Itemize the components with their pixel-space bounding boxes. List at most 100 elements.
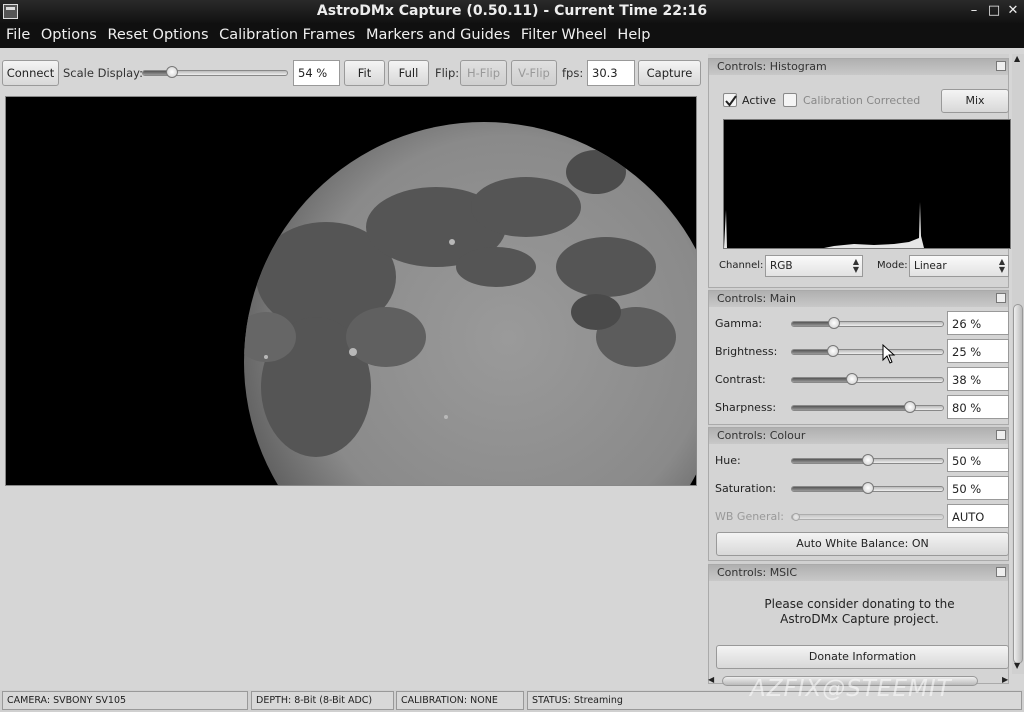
hue-slider[interactable] [791, 454, 944, 466]
donation-message: Please consider donating to the AstroDMx… [709, 597, 1010, 627]
active-label: Active [742, 94, 777, 107]
spinner-arrows-icon: ▲ ▼ [998, 257, 1005, 274]
histogram-plot [724, 202, 1012, 248]
scroll-up-icon[interactable]: ▲ [1014, 54, 1020, 63]
sharpness-slider-knob[interactable] [903, 401, 916, 413]
saturation-slider[interactable] [791, 482, 944, 494]
donation-message-line-1: Please consider donating to the [764, 597, 955, 611]
brightness-value[interactable]: 25 % [947, 339, 1009, 363]
main-controls-panel: Controls: Main Gamma: 26 % Brightness: 2… [708, 290, 1009, 425]
wb-general-slider-knob [792, 513, 800, 521]
menu-file[interactable]: File [6, 24, 30, 43]
mode-select[interactable]: Linear ▲ ▼ [909, 255, 1009, 277]
scale-display-slider[interactable] [142, 66, 288, 78]
saturation-value[interactable]: 50 % [947, 476, 1009, 500]
camera-preview[interactable] [5, 96, 697, 486]
histogram-panel-header[interactable]: Controls: Histogram [709, 59, 1008, 75]
contrast-label: Contrast: [715, 373, 766, 386]
sharpness-slider-fill [792, 406, 910, 410]
gamma-value[interactable]: 26 % [947, 311, 1009, 335]
auto-white-balance-button[interactable]: Auto White Balance: ON [716, 532, 1009, 556]
wb-general-slider [791, 513, 944, 521]
calibration-corrected-checkbox[interactable] [783, 93, 797, 107]
fps-label: fps: [562, 66, 584, 80]
moon-image [244, 122, 696, 485]
close-icon[interactable]: ✕ [1005, 3, 1021, 19]
channel-select[interactable]: RGB ▲ ▼ [765, 255, 863, 277]
menu-markers-and-guides[interactable]: Markers and Guides [366, 24, 510, 43]
hue-value[interactable]: 50 % [947, 448, 1009, 472]
mouse-cursor-icon [882, 344, 896, 364]
gamma-slider[interactable] [791, 317, 944, 329]
contrast-slider-fill [792, 378, 853, 382]
spinner-arrows-icon: ▲ ▼ [852, 257, 859, 274]
histogram-panel-toggle[interactable] [996, 61, 1006, 71]
sharpness-label: Sharpness: [715, 401, 777, 414]
sharpness-slider[interactable] [791, 401, 944, 413]
fps-value: 30.3 [587, 60, 635, 86]
menu-help[interactable]: Help [617, 24, 650, 43]
minimize-icon[interactable]: – [966, 3, 982, 19]
menu-filter-wheel[interactable]: Filter Wheel [521, 24, 607, 43]
title-bar: AstroDMx Capture (0.50.11) - Current Tim… [0, 0, 1024, 24]
mode-select-value: Linear [914, 260, 947, 272]
scale-display-label: Scale Display: [63, 66, 144, 80]
brightness-slider[interactable] [791, 345, 944, 357]
menu-reset-options[interactable]: Reset Options [107, 24, 208, 43]
histogram-panel: Controls: Histogram Active Calibration C… [708, 58, 1012, 288]
colour-controls-panel: Controls: Colour Hue: 50 % Saturation: 5… [708, 427, 1009, 561]
hue-slider-knob[interactable] [861, 454, 874, 466]
main-panel-title: Controls: Main [717, 292, 796, 305]
mode-label: Mode: [877, 260, 908, 271]
connect-button[interactable]: Connect [2, 60, 59, 86]
contrast-slider-knob[interactable] [846, 373, 859, 385]
channel-label: Channel: [719, 260, 764, 271]
scroll-right-icon[interactable]: ▶ [1002, 675, 1008, 684]
scale-display-value[interactable]: 54 % [293, 60, 340, 86]
msic-panel-header[interactable]: Controls: MSIC [709, 565, 1008, 581]
saturation-slider-knob[interactable] [861, 482, 874, 494]
full-button[interactable]: Full [388, 60, 429, 86]
mix-button[interactable]: Mix [941, 89, 1009, 113]
v-flip-button[interactable]: V-Flip [511, 60, 557, 86]
watermark: AZFIX@STEEMIT [750, 676, 952, 702]
menu-options[interactable]: Options [41, 24, 97, 43]
flip-label: Flip: [435, 66, 460, 80]
fit-button[interactable]: Fit [344, 60, 385, 86]
capture-button[interactable]: Capture [638, 60, 701, 86]
calibration-status: CALIBRATION: NONE [396, 691, 524, 710]
window-title: AstroDMx Capture (0.50.11) - Current Tim… [316, 3, 708, 19]
menu-bar: File Options Reset Options Calibration F… [0, 24, 1024, 48]
contrast-slider[interactable] [791, 373, 944, 385]
maximize-icon[interactable]: □ [986, 3, 1002, 19]
brightness-slider-knob[interactable] [826, 345, 839, 357]
toolbar: Connect Scale Display: 54 % Fit Full Fli… [0, 58, 706, 90]
checkmark-icon [725, 95, 737, 107]
sharpness-value[interactable]: 80 % [947, 395, 1009, 419]
wb-general-label: WB General: [715, 510, 784, 523]
hue-slider-fill [792, 459, 868, 463]
vertical-scrollbar-thumb[interactable] [1013, 304, 1023, 664]
histogram-panel-title: Controls: Histogram [717, 60, 827, 73]
camera-status: CAMERA: SVBONY SV105 [2, 691, 248, 710]
msic-panel-toggle[interactable] [996, 567, 1006, 577]
wb-general-value: AUTO [947, 504, 1009, 528]
main-panel-toggle[interactable] [996, 293, 1006, 303]
main-panel-header[interactable]: Controls: Main [709, 291, 1008, 307]
contrast-value[interactable]: 38 % [947, 367, 1009, 391]
msic-panel: Controls: MSIC Please consider donating … [708, 564, 1009, 684]
scroll-left-icon[interactable]: ◀ [708, 675, 714, 684]
colour-panel-toggle[interactable] [996, 430, 1006, 440]
colour-panel-header[interactable]: Controls: Colour [709, 428, 1008, 444]
channel-select-value: RGB [770, 260, 793, 272]
h-flip-button[interactable]: H-Flip [460, 60, 507, 86]
msic-panel-title: Controls: MSIC [717, 566, 798, 579]
scale-display-slider-knob[interactable] [165, 66, 178, 78]
active-checkbox[interactable] [723, 93, 737, 107]
menu-calibration-frames[interactable]: Calibration Frames [219, 24, 355, 43]
donate-information-button[interactable]: Donate Information [716, 645, 1009, 669]
vertical-scrollbar[interactable]: ▲ ▼ [1012, 54, 1024, 674]
donation-message-line-2: AstroDMx Capture project. [780, 612, 939, 626]
gamma-slider-knob[interactable] [828, 317, 841, 329]
scroll-down-icon[interactable]: ▼ [1014, 661, 1020, 670]
